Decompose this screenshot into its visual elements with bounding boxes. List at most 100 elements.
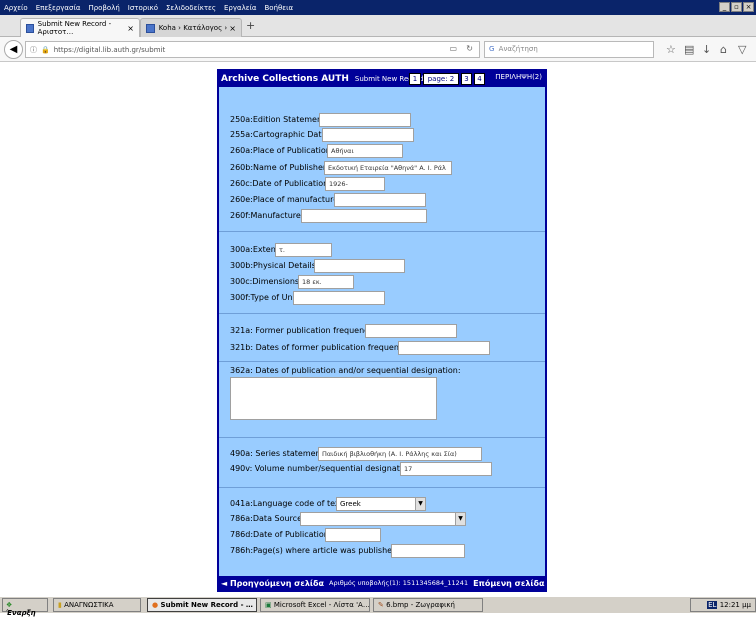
page-content: Archive Collections AUTH Submit New Reco… [0,62,756,592]
taskbar: ❖ Έναρξη ▮ ΑΝΑΓΝΩΣΤΙΚΑ ● Submit New Reco… [0,596,756,617]
input-260a[interactable]: Αθήναι [327,144,403,158]
section-divider [219,437,545,438]
input-300c[interactable]: 18 εκ. [298,275,354,289]
search-engine-icon: G [489,45,495,53]
home-icon[interactable]: ⌂ [720,43,727,56]
section-divider [219,487,545,488]
next-page-link[interactable]: Επόμενη σελίδα ► [473,579,553,588]
dropdown-arrow-icon: ▼ [415,498,425,510]
label-255a: 255a:Cartographic Data: [230,130,330,139]
input-490a[interactable]: Παιδική βιβλιοθήκη (Α. Ι. Ράλλης και Σία… [318,447,482,461]
label-490a: 490a: Series statement: [230,449,327,458]
input-260b[interactable]: Εκδοτική Εταιρεία "Αθηνά" Α. Ι. Ράλ [324,161,452,175]
label-260e: 260e:Place of manufacture: [230,195,341,204]
form-header: Archive Collections AUTH Submit New Reco… [219,71,545,87]
label-260a: 260a:Place of Publication: [230,146,334,155]
input-786h[interactable] [391,544,465,558]
download-icon[interactable]: ↓ [702,43,711,56]
menu-tools[interactable]: Εργαλεία [224,4,257,12]
section-divider [219,231,545,232]
submit-form: Archive Collections AUTH Submit New Reco… [217,69,553,592]
label-490v: 490v: Volume number/sequential designati… [230,464,415,473]
back-icon[interactable]: ◀ [4,40,23,59]
input-300a[interactable]: τ. [275,243,332,257]
label-321a: 321a: Former publication frequency: [230,326,376,335]
input-260f[interactable] [301,209,427,223]
reader-view-icon[interactable]: ▭ [449,44,457,53]
taskbar-item-excel[interactable]: ▣ Microsoft Excel - Λίστα 'Α… [260,598,370,612]
input-300f[interactable] [293,291,385,305]
search-input[interactable]: G Αναζήτηση [484,41,654,58]
textarea-362a[interactable] [230,377,437,420]
task-label: 6.bmp - Ζωγραφική [386,601,455,609]
tab-koha[interactable]: Koha › Κατάλογος › Προβολή … × [140,18,242,37]
taskbar-item-folder[interactable]: ▮ ΑΝΑΓΝΩΣΤΙΚΑ [53,598,141,612]
menu-edit[interactable]: Επεξεργασία [36,4,81,12]
input-250a[interactable] [319,113,411,127]
page-link-3[interactable]: 3 [461,73,472,85]
menu-bookmarks[interactable]: Σελιδοδείκτες [166,4,216,12]
label-300b: 300b:Physical Details: [230,261,319,270]
label-300f: 300f:Type of Unit: [230,293,301,302]
tab-label: Submit New Record - Αριστοτ… [37,20,112,36]
label-250a: 250a:Edition Statement: [230,115,328,124]
previous-page-link[interactable]: ◄ Προηγούμενη σελίδα [221,579,324,588]
task-label: Submit New Record - … [160,601,253,609]
library-icon[interactable]: ▤ [684,43,694,56]
window-controls: _ ▫ × [719,2,754,12]
language-indicator-icon[interactable]: EL [707,601,718,609]
input-260e[interactable] [334,193,426,207]
address-bar[interactable]: ⓘ 🔒 https://digital.lib.auth.gr/submit ▭… [25,41,480,58]
pocket-icon[interactable]: ▽ [738,43,746,56]
menu-history[interactable]: Ιστορικό [128,4,158,12]
input-321b[interactable] [398,341,490,355]
input-490v[interactable]: 17 [400,462,492,476]
bookmark-star-icon[interactable]: ☆ [666,43,676,56]
close-icon[interactable]: × [743,2,754,12]
label-260c: 260c:Date of Publication: [230,179,331,188]
input-786d[interactable] [325,528,381,542]
form-footer: ◄ Προηγούμενη σελίδα Αριθμός υποβολής(1)… [219,576,553,590]
menu-bar: Αρχείο Επεξεργασία Προβολή Ιστορικό Σελι… [0,0,756,15]
menu-view[interactable]: Προβολή [88,4,119,12]
page-link-1[interactable]: 1 [409,73,421,85]
label-041a: 041a:Language code of text: [230,499,346,508]
close-tab-icon[interactable]: × [127,24,134,33]
excel-icon: ▣ [265,601,272,609]
new-tab-icon[interactable]: + [246,19,255,32]
language-select[interactable]: Greek ▼ [336,497,426,511]
site-title: Archive Collections AUTH [221,74,349,84]
menu-file[interactable]: Αρχείο [4,4,28,12]
page-current: page: 2 [423,73,459,85]
page-link-4[interactable]: 4 [474,73,485,85]
input-300b[interactable] [314,259,405,273]
restore-icon[interactable]: ▫ [731,2,742,12]
info-icon[interactable]: ⓘ [30,45,37,55]
data-source-select[interactable]: ▼ [300,512,466,526]
navigation-bar: ◀ ⓘ 🔒 https://digital.lib.auth.gr/submit… [0,37,756,62]
menu-help[interactable]: Βοήθεια [265,4,294,12]
close-tab-icon[interactable]: × [229,24,236,33]
label-300c: 300c:Dimensions: [230,277,302,286]
minimize-icon[interactable]: _ [719,2,730,12]
label-786d: 786d:Date of Publication: [230,530,332,539]
folder-icon: ▮ [58,601,62,609]
start-button[interactable]: ❖ Έναρξη [2,598,48,617]
taskbar-item-paint[interactable]: ✎ 6.bmp - Ζωγραφική [373,598,483,612]
search-placeholder: Αναζήτηση [498,45,538,53]
clock: 12:21 μμ [719,601,751,609]
input-321a[interactable] [365,324,457,338]
task-label: ΑΝΑΓΝΩΣΤΙΚΑ [64,601,114,609]
taskbar-item-firefox[interactable]: ● Submit New Record - … [147,598,257,612]
summary-link[interactable]: ΠΕΡΙΛΗΨΗ(2) [495,73,542,81]
language-selected-value: Greek [340,500,361,508]
reload-icon[interactable]: ↻ [466,44,473,53]
input-260c[interactable]: 1926- [325,177,385,191]
label-260f: 260f:Manufacturer: [230,211,307,220]
lock-icon: 🔒 [41,45,50,54]
submission-id: Αριθμός υποβολής(1): 1511345684_11241 [329,579,469,587]
input-255a[interactable] [322,128,414,142]
tab-submit-record[interactable]: Submit New Record - Αριστοτ… × [20,18,140,37]
label-362a: 362a: Dates of publication and/or sequen… [230,366,461,375]
label-260b: 260b:Name of Publisher: [230,163,329,172]
